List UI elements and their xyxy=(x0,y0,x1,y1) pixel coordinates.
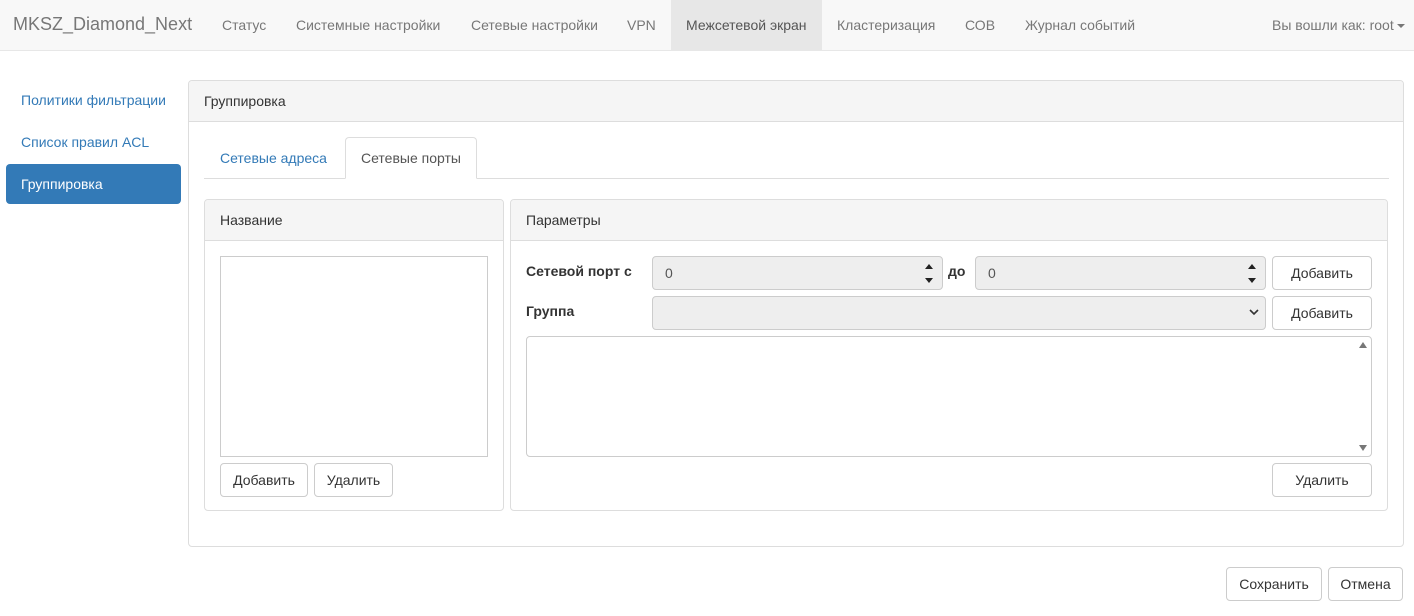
names-listbox[interactable] xyxy=(220,256,488,457)
add-port-button[interactable]: Добавить xyxy=(1272,256,1372,290)
port-from-spinner[interactable] xyxy=(920,259,938,287)
nav-item-clustering[interactable]: Кластеризация xyxy=(822,0,950,50)
parameters-panel-title: Параметры xyxy=(511,200,1387,241)
user-menu[interactable]: Вы вошли как: root xyxy=(1257,0,1414,50)
nav-item-vpn[interactable]: VPN xyxy=(612,0,671,50)
brand-logo[interactable]: MKSZ_Diamond_Next xyxy=(13,14,192,35)
names-panel-title: Название xyxy=(205,200,503,241)
ports-textarea[interactable] xyxy=(526,336,1372,457)
group-label: Группа xyxy=(526,303,575,319)
save-button[interactable]: Сохранить xyxy=(1226,567,1322,601)
port-from-label: Сетевой порт с xyxy=(526,263,632,279)
tab-network-ports[interactable]: Сетевые порты xyxy=(345,137,477,179)
nav-item-firewall[interactable]: Межсетевой экран xyxy=(671,0,822,50)
scroll-down-icon[interactable] xyxy=(1359,445,1367,451)
spin-down-icon[interactable] xyxy=(1248,278,1256,283)
port-to-label: до xyxy=(948,263,966,279)
top-navbar: MKSZ_Diamond_Next Статус Системные настр… xyxy=(0,0,1414,51)
group-select[interactable] xyxy=(652,296,1266,330)
tab-network-addresses[interactable]: Сетевые адреса xyxy=(205,137,342,179)
port-from-input[interactable]: 0 xyxy=(652,256,943,290)
port-to-input[interactable]: 0 xyxy=(975,256,1266,290)
add-group-button[interactable]: Добавить xyxy=(1272,296,1372,330)
page-title: Группировка xyxy=(189,81,1403,122)
delete-name-button[interactable]: Удалить xyxy=(314,463,393,497)
user-menu-label: Вы вошли как: root xyxy=(1272,17,1394,33)
spin-down-icon[interactable] xyxy=(925,278,933,283)
port-from-value: 0 xyxy=(665,265,673,281)
sidebar-item-filter-policies[interactable]: Политики фильтрации xyxy=(6,80,181,120)
nav-item-status[interactable]: Статус xyxy=(207,0,281,50)
sidebar-item-acl-rules[interactable]: Список правил ACL xyxy=(6,122,181,162)
nav-item-system-settings[interactable]: Системные настройки xyxy=(281,0,455,50)
nav-item-network-settings[interactable]: Сетевые настройки xyxy=(456,0,613,50)
add-name-button[interactable]: Добавить xyxy=(220,463,308,497)
sidebar-item-grouping[interactable]: Группировка xyxy=(6,164,181,204)
scroll-up-icon[interactable] xyxy=(1359,342,1367,348)
spin-up-icon[interactable] xyxy=(1248,264,1256,269)
cancel-button[interactable]: Отмена xyxy=(1328,567,1403,601)
delete-param-button[interactable]: Удалить xyxy=(1272,463,1372,497)
port-to-spinner[interactable] xyxy=(1243,259,1261,287)
nav-item-event-log[interactable]: Журнал событий xyxy=(1010,0,1150,50)
nav-item-ids[interactable]: СОВ xyxy=(950,0,1010,50)
caret-down-icon xyxy=(1396,24,1405,29)
port-to-value: 0 xyxy=(988,265,996,281)
spin-up-icon[interactable] xyxy=(925,264,933,269)
chevron-down-icon xyxy=(1249,309,1259,316)
